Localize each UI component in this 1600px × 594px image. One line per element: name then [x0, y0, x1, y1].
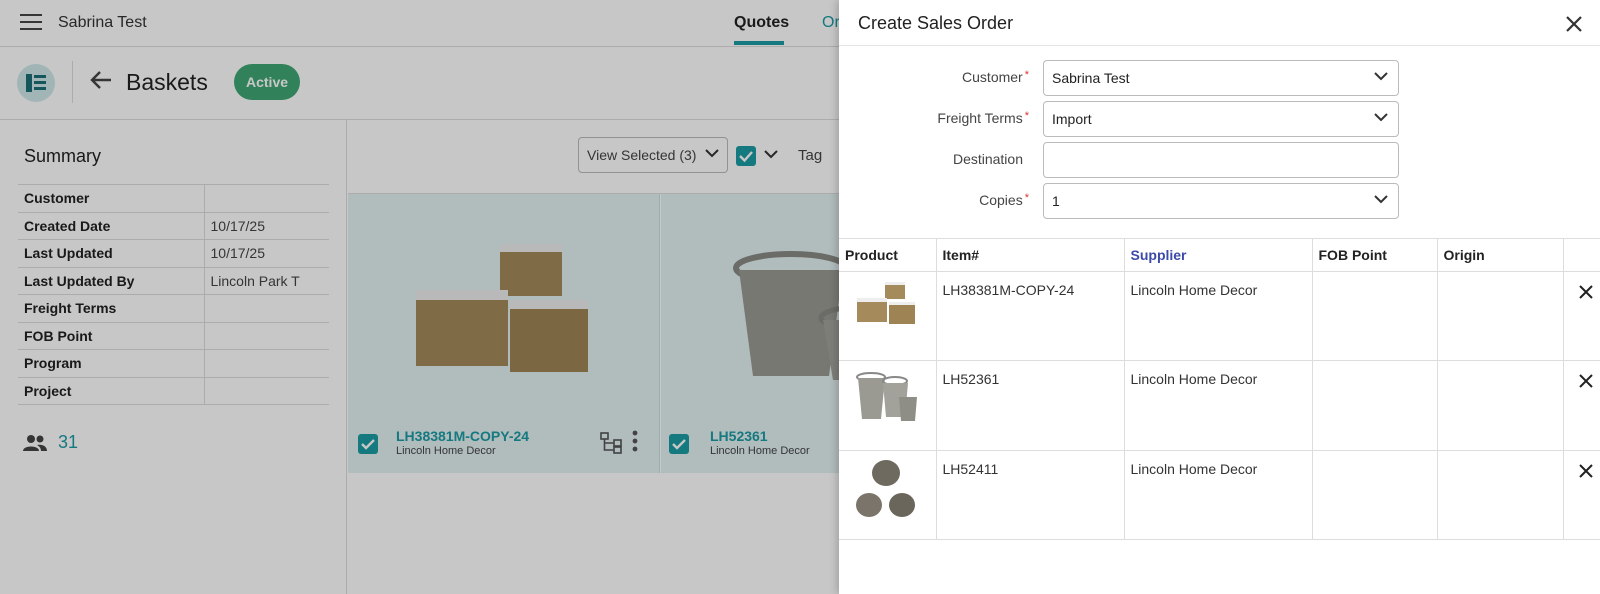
drawer-header: Create Sales Order	[839, 0, 1600, 46]
required-marker: *	[1024, 110, 1029, 122]
destination-label: Destination	[952, 151, 1023, 167]
fob-point-cell	[1312, 450, 1438, 540]
origin-cell	[1437, 360, 1564, 451]
customer-label: Customer *	[849, 69, 1029, 85]
copies-select[interactable]: 1	[1043, 183, 1399, 219]
create-sales-order-drawer: Create Sales Order Customer * Sabrina Tes…	[839, 0, 1600, 594]
product-thumbnail	[839, 360, 937, 451]
remove-row-icon[interactable]	[1578, 373, 1594, 389]
table-row: LH52411 Lincoln Home Decor	[839, 450, 1600, 540]
product-image	[856, 460, 915, 517]
supplier-cell: Lincoln Home Decor	[1124, 450, 1313, 540]
customer-label-text: Customer	[962, 69, 1023, 85]
row-actions	[1563, 450, 1600, 540]
column-header-supplier[interactable]: Supplier	[1124, 238, 1313, 272]
origin-cell	[1437, 450, 1564, 540]
fob-point-cell	[1312, 271, 1438, 361]
product-thumbnail	[839, 271, 937, 361]
fob-point-cell	[1312, 360, 1438, 451]
customer-select[interactable]: Sabrina Test	[1043, 60, 1399, 96]
product-image	[857, 282, 915, 324]
column-header-item: Item#	[936, 238, 1125, 272]
supplier-cell: Lincoln Home Decor	[1124, 271, 1313, 361]
chevron-down-icon	[1374, 72, 1388, 81]
freight-terms-value: Import	[1052, 111, 1092, 127]
column-header-origin: Origin	[1437, 238, 1564, 272]
freight-terms-label-text: Freight Terms	[937, 110, 1023, 126]
table-row: LH38381M-COPY-24 Lincoln Home Decor	[839, 271, 1600, 361]
item-number: LH52411	[936, 450, 1125, 540]
item-number: LH38381M-COPY-24	[936, 271, 1125, 361]
close-icon[interactable]	[1564, 14, 1584, 34]
order-items-table: Product Item# Supplier FOB Point Origin …	[839, 238, 1600, 540]
table-header-row: Product Item# Supplier FOB Point Origin	[839, 238, 1600, 272]
column-header-fob-point: FOB Point	[1312, 238, 1438, 272]
product-image	[856, 372, 917, 421]
row-actions	[1563, 360, 1600, 451]
row-actions	[1563, 271, 1600, 361]
column-header-actions	[1563, 238, 1600, 272]
remove-row-icon[interactable]	[1578, 284, 1594, 300]
product-thumbnail	[839, 450, 937, 540]
required-marker: *	[1024, 192, 1029, 204]
origin-cell	[1437, 271, 1564, 361]
chevron-down-icon	[1374, 113, 1388, 122]
remove-row-icon[interactable]	[1578, 463, 1594, 479]
item-number: LH52361	[936, 360, 1125, 451]
freight-terms-select[interactable]: Import	[1043, 101, 1399, 137]
freight-terms-label: Freight Terms *	[849, 110, 1029, 126]
copies-label: Copies *	[849, 192, 1029, 208]
copies-label-text: Copies	[979, 192, 1023, 208]
required-marker: *	[1024, 69, 1029, 81]
customer-value: Sabrina Test	[1052, 70, 1130, 86]
drawer-title: Create Sales Order	[858, 13, 1014, 33]
column-header-product: Product	[839, 238, 937, 272]
table-row: LH52361 Lincoln Home Decor	[839, 360, 1600, 451]
supplier-cell: Lincoln Home Decor	[1124, 360, 1313, 451]
destination-input[interactable]	[1043, 142, 1399, 178]
copies-value: 1	[1052, 193, 1060, 209]
chevron-down-icon	[1374, 195, 1388, 204]
